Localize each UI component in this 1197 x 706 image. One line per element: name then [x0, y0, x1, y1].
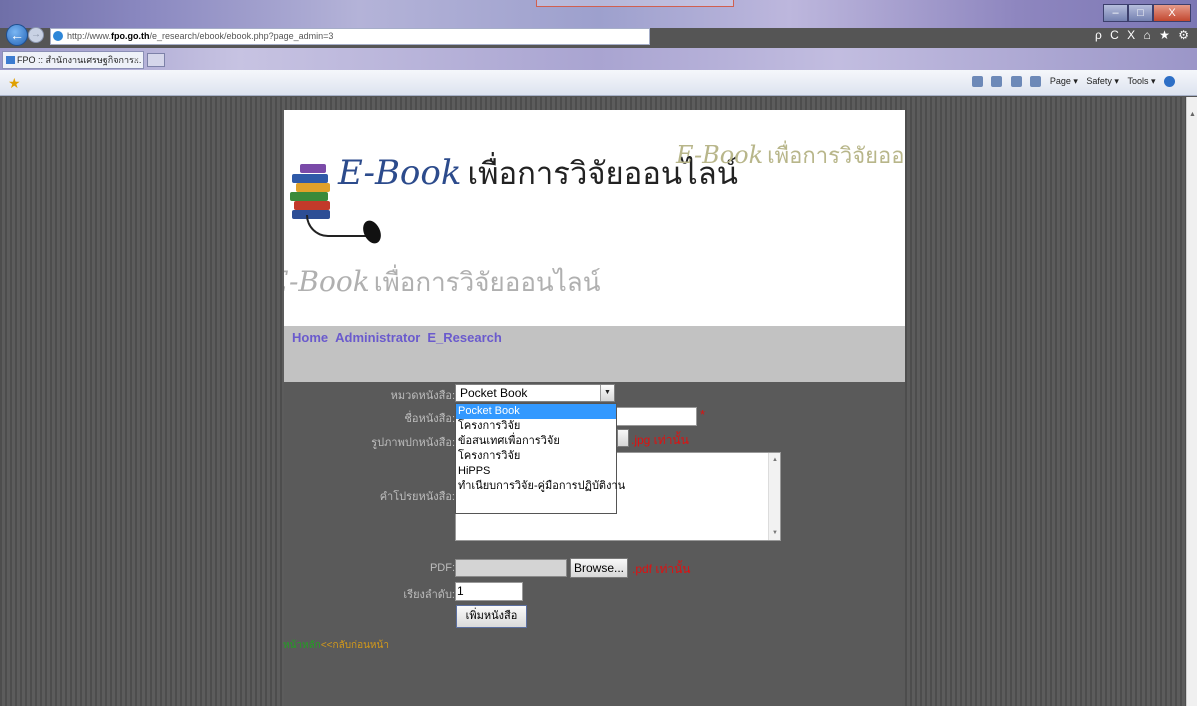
title-highlight: [536, 0, 734, 7]
ie-page-icon: [53, 31, 63, 41]
category-option[interactable]: ข้อสนเทศเพื่อการวิจัย: [456, 434, 616, 449]
book-name-input[interactable]: [615, 407, 697, 426]
page-scrollbar[interactable]: ▲: [1186, 97, 1197, 706]
add-book-form: หมวดหนังสือ: Pocket Book ▼ Pocket Book โ…: [283, 382, 905, 706]
back-link[interactable]: <<กลับก่อนหน้า: [321, 640, 389, 651]
tab-close-icon[interactable]: ×: [134, 52, 139, 68]
logo-faded-right: E-Bookเพื่อการวิจัยออนไลน์: [676, 138, 905, 173]
chevron-down-icon[interactable]: ▼: [600, 385, 614, 401]
add-book-button[interactable]: เพิ่มหนังสือ: [456, 605, 527, 628]
scroll-down-icon[interactable]: ▼: [772, 530, 778, 536]
content-column: E-Book เพื่อการวิจัยออนไลน์ E-Book เพื่อกา…: [283, 110, 905, 706]
mail-icon[interactable]: [1010, 76, 1022, 88]
category-option[interactable]: HiPPS: [456, 464, 616, 479]
category-option[interactable]: โครงการวิจัย: [456, 449, 616, 464]
required-marker: *: [700, 407, 706, 422]
textarea-scrollbar[interactable]: ▲ ▼: [768, 453, 780, 540]
favorites-icon[interactable]: ★: [1159, 28, 1170, 42]
home-icon[interactable]: ⌂: [1144, 28, 1151, 42]
stop-icon[interactable]: X: [1127, 28, 1135, 42]
maximize-button[interactable]: □: [1128, 4, 1153, 22]
logo-faded-left-th: เพื่อการวิจัยออนไลน์: [373, 268, 601, 298]
tab-title: FPO :: สำนักงานเศรษฐกิจการ...: [17, 55, 142, 65]
nav-right-controls: ρ C X ⌂ ★ ⚙: [1090, 28, 1189, 42]
menu-admin-link[interactable]: Administrator: [335, 330, 420, 345]
refresh-icon[interactable]: C: [1110, 28, 1119, 42]
command-items: Page ▾ Safety ▾ Tools ▾: [966, 76, 1175, 88]
address-bar[interactable]: http://www.fpo.go.th/e_research/ebook/eb…: [50, 28, 650, 45]
scroll-up-icon[interactable]: ▲: [772, 457, 778, 463]
cover-format-note: .jpg เท่านั้น: [631, 433, 689, 447]
logo-main-en: E-Book: [338, 153, 462, 193]
description-label: คำโปรยหนังสือ:: [379, 491, 455, 503]
scroll-up-icon[interactable]: ▲: [1189, 111, 1196, 118]
new-tab-button[interactable]: [147, 53, 165, 67]
order-input[interactable]: 1: [455, 582, 523, 601]
feeds-icon[interactable]: [991, 76, 1003, 88]
book-name-label: ชื่อหนังสือ:: [404, 413, 455, 425]
cover-image-label: รูปภาพปกหนังสือ:: [371, 437, 455, 449]
forward-button[interactable]: →: [28, 27, 44, 43]
page-menu[interactable]: Page ▾: [1050, 76, 1078, 86]
menu-home-link[interactable]: Home: [292, 330, 328, 345]
pdf-file-field[interactable]: [455, 559, 567, 577]
tab-favicon-icon: [6, 56, 15, 64]
home-cmd-icon[interactable]: [971, 76, 983, 88]
category-label: หมวดหนังสือ:: [390, 390, 455, 402]
back-button[interactable]: ←: [6, 24, 28, 46]
logo-faded-left-en: E-Book: [284, 265, 370, 298]
category-option[interactable]: Pocket Book: [456, 404, 616, 419]
logo-faded-right-th: เพื่อการวิจัยออนไลน์: [767, 144, 905, 169]
tools-menu[interactable]: Tools ▾: [1127, 76, 1155, 86]
print-icon[interactable]: [1030, 76, 1042, 88]
category-option[interactable]: ทำเนียบการวิจัย-คู่มือการปฏิบัติงาน: [456, 479, 625, 494]
pdf-browse-button[interactable]: Browse...: [570, 558, 628, 578]
category-dropdown-list: Pocket Book โครงการวิจัย ข้อสนเทศเพื่อกา…: [455, 403, 625, 514]
category-option[interactable]: โครงการวิจัย: [456, 419, 616, 434]
cover-browse-button[interactable]: [617, 429, 629, 447]
logo-faded-right-en: E-Book: [676, 141, 764, 169]
menu-research-link[interactable]: E_Research: [427, 330, 501, 345]
tab-bar: FPO :: สำนักงานเศรษฐกิจการ... ×: [0, 48, 1197, 70]
home-link[interactable]: หน้าหลัก: [283, 640, 321, 651]
search-icon[interactable]: ρ: [1095, 28, 1102, 42]
ebook-banner: E-Book เพื่อการวิจัยออนไลน์ E-Book เพื่อกา…: [284, 110, 905, 326]
title-bar: – □ X: [0, 0, 1197, 28]
close-window-button[interactable]: X: [1153, 4, 1191, 22]
footer-links: หน้าหลัก<<กลับก่อนหน้า: [283, 638, 389, 653]
safety-menu[interactable]: Safety ▾: [1086, 76, 1119, 86]
pdf-label: PDF:: [429, 562, 455, 574]
window-controls: – □ X: [1103, 4, 1191, 22]
command-bar: ★ Page ▾ Safety ▾ Tools ▾: [0, 70, 1197, 96]
category-selected-value: Pocket Book: [460, 386, 528, 400]
url-domain: fpo.go.th: [111, 31, 150, 41]
site-menu: Home Administrator E_Research: [284, 326, 905, 382]
tools-gear-icon[interactable]: ⚙: [1178, 28, 1189, 42]
add-favorites-icon[interactable]: ★: [8, 75, 21, 92]
logo-faded-left: E-Bookเพื่อการวิจัยออนไลน์: [284, 262, 601, 303]
url-path: /e_research/ebook/ebook.php?page_admin=3: [149, 31, 334, 41]
category-select[interactable]: Pocket Book ▼: [455, 384, 615, 402]
help-icon[interactable]: [1164, 76, 1175, 88]
tab-fpo[interactable]: FPO :: สำนักงานเศรษฐกิจการ... ×: [2, 51, 144, 69]
books-icon: [290, 160, 334, 220]
pdf-format-note: .pdf เท่านั้น: [632, 562, 691, 576]
order-label: เรียงลำดับ:: [403, 589, 455, 601]
url-prefix: http://www.: [67, 31, 112, 41]
minimize-button[interactable]: –: [1103, 4, 1128, 22]
